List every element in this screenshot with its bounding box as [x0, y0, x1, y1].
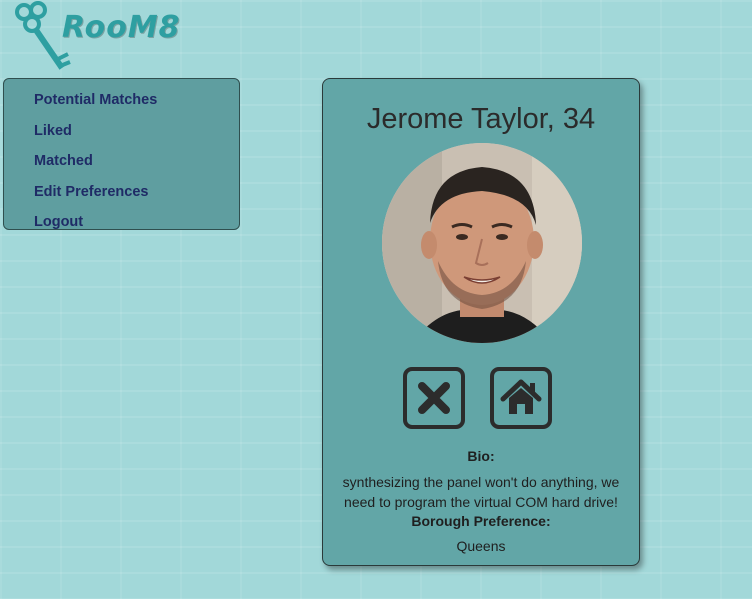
- bio-label: Bio:: [467, 448, 495, 464]
- logo[interactable]: RooM8: [10, 0, 180, 78]
- action-buttons: [403, 367, 559, 433]
- logo-text: RooM8: [62, 10, 181, 45]
- accept-button[interactable]: [490, 367, 552, 429]
- profile-name: Jerome Taylor, 34: [366, 103, 596, 135]
- nav-edit-preferences[interactable]: Edit Preferences: [34, 180, 239, 211]
- nav-potential-matches[interactable]: Potential Matches: [34, 88, 239, 119]
- reject-button[interactable]: [403, 367, 465, 429]
- side-nav: Potential Matches Liked Matched Edit Pre…: [3, 78, 240, 230]
- nav-logout[interactable]: Logout: [34, 210, 239, 241]
- bio-text: synthesizing the panel won't do anything…: [342, 474, 620, 510]
- profile-photo: [382, 143, 582, 343]
- nav-liked[interactable]: Liked: [34, 119, 239, 150]
- nav-matched[interactable]: Matched: [34, 149, 239, 180]
- home-icon: [500, 379, 542, 414]
- close-icon: [418, 382, 450, 414]
- borough-label: Borough Preference:: [411, 513, 551, 529]
- borough-value: Queens: [456, 538, 506, 554]
- profile-card: Jerome Taylor, 34 Bio: synthesizing the …: [322, 78, 640, 566]
